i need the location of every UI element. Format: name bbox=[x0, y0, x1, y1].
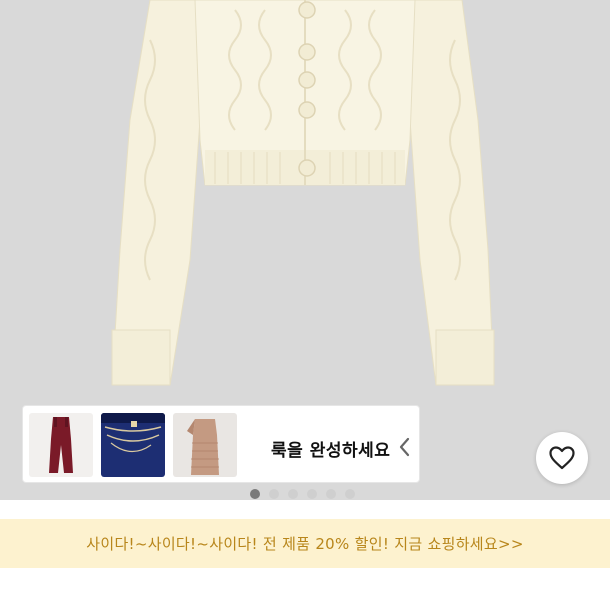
wishlist-button[interactable] bbox=[536, 432, 588, 484]
complete-the-look-strip[interactable]: 룩을 완성하세요 bbox=[22, 405, 420, 483]
promo-banner[interactable]: 사이다!~사이다!~사이다! 전 제품 20% 할인! 지금 쇼핑하세요>> bbox=[0, 519, 610, 568]
pagination-dot-active[interactable] bbox=[250, 489, 260, 499]
pagination-dot[interactable] bbox=[307, 489, 317, 499]
look-thumbnail-beige-knit-dress[interactable] bbox=[173, 413, 237, 477]
carousel-prev-button[interactable] bbox=[394, 436, 416, 458]
promo-banner-text: 사이다!~사이다!~사이다! 전 제품 20% 할인! 지금 쇼핑하세요>> bbox=[86, 535, 524, 553]
pagination-dot[interactable] bbox=[269, 489, 279, 499]
complete-the-look-label: 룩을 완성하세요 bbox=[271, 441, 391, 461]
chevron-left-icon bbox=[399, 437, 410, 457]
pagination-dot[interactable] bbox=[288, 489, 298, 499]
product-title-partial bbox=[32, 598, 592, 610]
product-detail-page: 룩을 완성하세요 사이다!~사이다!~사이다! 전 제품 20% 할인! 지금 … bbox=[0, 0, 610, 610]
navy-velvet-outfit-with-chain-belt-thumb bbox=[101, 413, 165, 477]
image-pagination bbox=[250, 489, 355, 499]
burgundy-jumpsuit-thumb bbox=[29, 413, 93, 477]
pagination-dot[interactable] bbox=[345, 489, 355, 499]
beige-knit-dress-thumb bbox=[173, 413, 237, 477]
look-thumbnail-navy-velvet-outfit[interactable] bbox=[101, 413, 165, 477]
pagination-dot[interactable] bbox=[326, 489, 336, 499]
look-thumbnail-burgundy-jumpsuit[interactable] bbox=[29, 413, 93, 477]
heart-outline-icon bbox=[549, 446, 575, 470]
